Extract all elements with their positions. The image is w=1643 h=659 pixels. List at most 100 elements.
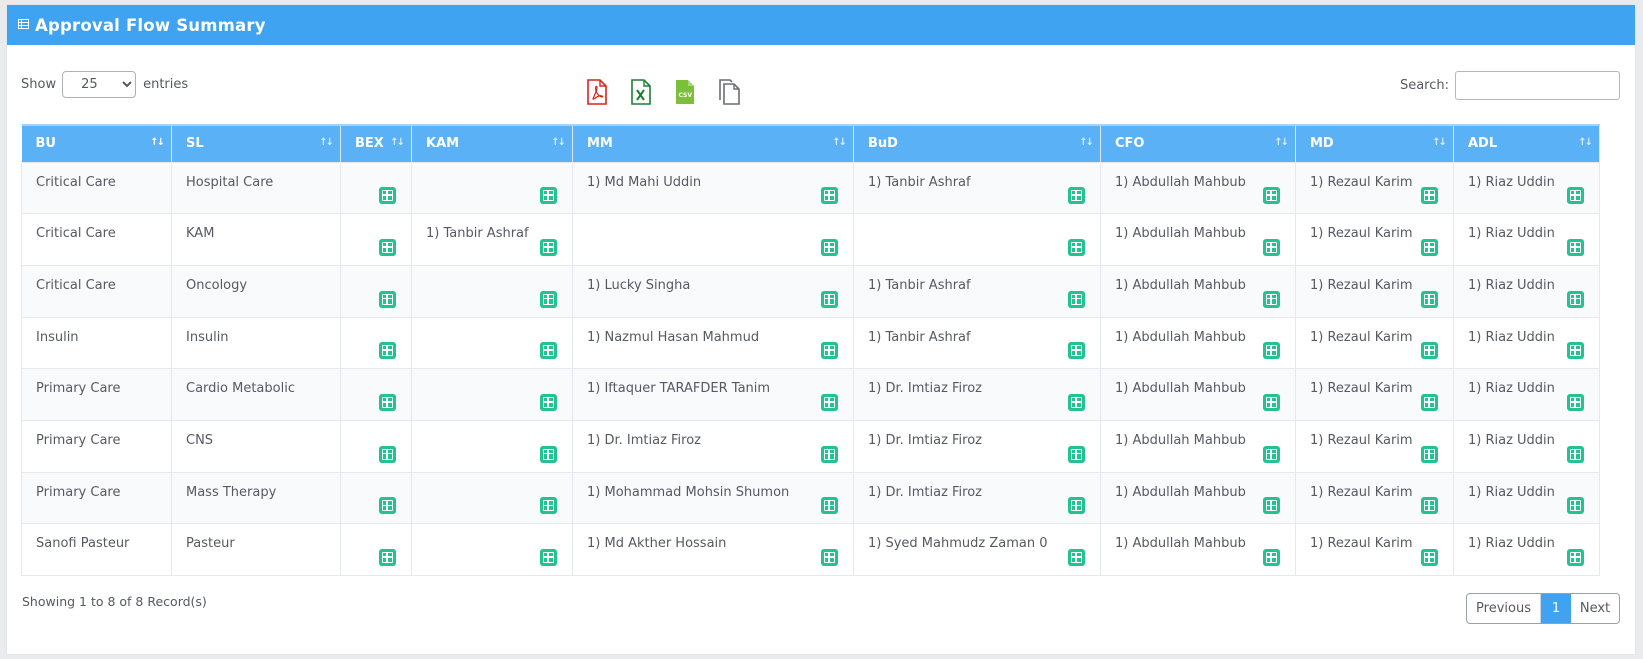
add-approver-button[interactable] [1567, 497, 1584, 515]
column-header-md[interactable]: MD ↑↓ [1295, 124, 1454, 162]
plus-square-icon [543, 190, 554, 202]
add-approver-button[interactable] [540, 290, 557, 308]
column-header-bud[interactable]: BuD ↑↓ [853, 124, 1101, 162]
cell-text: 1) Syed Mahmudz Zaman 0 [868, 536, 1048, 552]
add-approver-button[interactable] [1068, 238, 1085, 256]
previous-page-button[interactable]: Previous [1467, 594, 1541, 623]
add-approver-button[interactable] [1421, 393, 1438, 411]
add-approver-button[interactable] [1421, 445, 1438, 463]
add-approver-button[interactable] [1263, 549, 1280, 566]
cell-text: 1) Abdullah Mahbub [1115, 226, 1246, 242]
add-approver-button[interactable] [1421, 549, 1438, 566]
add-approver-button[interactable] [821, 445, 838, 463]
cell-bex [340, 316, 412, 370]
cell-bud: 1) Dr. Imtiaz Firoz [853, 471, 1101, 525]
add-approver-button[interactable] [1068, 342, 1085, 360]
column-header-mm[interactable]: MM ↑↓ [572, 124, 854, 162]
add-approver-button[interactable] [379, 549, 396, 566]
column-header-adl[interactable]: ADL ↑↓ [1453, 124, 1600, 162]
add-approver-button[interactable] [1263, 393, 1280, 411]
add-approver-button[interactable] [1263, 445, 1280, 463]
add-approver-button[interactable] [1263, 290, 1280, 308]
entries-select[interactable]: 25 [62, 71, 137, 98]
cell-bu: Critical Care [21, 213, 172, 266]
cell-text: 1) Md Mahi Uddin [587, 174, 702, 190]
excel-export-icon[interactable] [619, 79, 663, 109]
search-input[interactable] [1455, 71, 1620, 100]
add-approver-button[interactable] [1421, 238, 1438, 256]
add-approver-button[interactable] [1567, 393, 1584, 411]
add-approver-button[interactable] [1567, 290, 1584, 308]
add-approver-button[interactable] [1567, 549, 1584, 566]
add-approver-button[interactable] [540, 187, 557, 205]
pdf-export-icon[interactable] [575, 79, 619, 109]
plus-square-icon [1266, 448, 1277, 460]
add-approver-button[interactable] [821, 187, 838, 205]
add-approver-button[interactable] [1068, 549, 1085, 566]
show-label: Show [21, 77, 57, 92]
entries-label: entries [143, 77, 189, 92]
cell-bud: 1) Tanbir Ashraf [853, 316, 1101, 370]
add-approver-button[interactable] [540, 342, 557, 360]
cell-text: 1) Riaz Uddin [1468, 174, 1555, 190]
add-approver-button[interactable] [1421, 342, 1438, 360]
add-approver-button[interactable] [1567, 445, 1584, 463]
cell-adl: 1) Riaz Uddin [1453, 213, 1600, 266]
add-approver-button[interactable] [379, 290, 396, 308]
add-approver-button[interactable] [821, 290, 838, 308]
cell-bu: Critical Care [21, 264, 172, 318]
add-approver-button[interactable] [1421, 187, 1438, 205]
sort-icon: ↑↓ [1274, 137, 1289, 148]
cell-bex [340, 523, 412, 576]
cell-sl: Mass Therapy [171, 471, 341, 525]
add-approver-button[interactable] [821, 238, 838, 256]
add-approver-button[interactable] [379, 238, 396, 256]
add-approver-button[interactable] [1068, 445, 1085, 463]
add-approver-button[interactable] [821, 497, 838, 515]
add-approver-button[interactable] [379, 393, 396, 411]
entries-length-control: Show 25 entries [21, 71, 188, 98]
column-header-cfo[interactable]: CFO ↑↓ [1100, 124, 1296, 162]
add-approver-button[interactable] [1421, 290, 1438, 308]
add-approver-button[interactable] [1263, 497, 1280, 515]
cell-bex [340, 471, 412, 525]
add-approver-button[interactable] [1068, 393, 1085, 411]
plus-square-icon [382, 190, 393, 202]
page-1-button[interactable]: 1 [1541, 594, 1571, 623]
add-approver-button[interactable] [540, 497, 557, 515]
sort-icon: ↑↓ [1079, 137, 1094, 148]
add-approver-button[interactable] [1263, 342, 1280, 360]
add-approver-button[interactable] [821, 393, 838, 411]
plus-square-icon [1424, 552, 1435, 563]
add-approver-button[interactable] [1567, 238, 1584, 256]
add-approver-button[interactable] [1068, 290, 1085, 308]
add-approver-button[interactable] [379, 497, 396, 515]
next-page-button[interactable]: Next [1571, 594, 1619, 623]
add-approver-button[interactable] [821, 549, 838, 566]
add-approver-button[interactable] [1068, 187, 1085, 205]
add-approver-button[interactable] [379, 445, 396, 463]
add-approver-button[interactable] [540, 238, 557, 256]
add-approver-button[interactable] [540, 393, 557, 411]
csv-export-icon[interactable]: CSV [663, 79, 707, 109]
column-header-kam[interactable]: KAM ↑↓ [411, 124, 573, 162]
plus-square-icon [1071, 552, 1082, 563]
add-approver-button[interactable] [540, 445, 557, 463]
add-approver-button[interactable] [379, 342, 396, 360]
add-approver-button[interactable] [1263, 187, 1280, 205]
column-header-bex[interactable]: BEX ↑↓ [340, 124, 412, 162]
add-approver-button[interactable] [1421, 497, 1438, 515]
add-approver-button[interactable] [1068, 497, 1085, 515]
plus-square-icon [1424, 500, 1435, 512]
add-approver-button[interactable] [1567, 342, 1584, 360]
add-approver-button[interactable] [379, 187, 396, 205]
cell-text: Critical Care [36, 174, 116, 190]
add-approver-button[interactable] [1567, 187, 1584, 205]
add-approver-button[interactable] [540, 549, 557, 566]
copy-export-icon[interactable] [707, 79, 751, 109]
column-header-bu[interactable]: BU ↑↓ [21, 124, 172, 162]
add-approver-button[interactable] [821, 342, 838, 360]
column-header-sl[interactable]: SL ↑↓ [171, 124, 341, 162]
add-approver-button[interactable] [1263, 238, 1280, 256]
cell-text: Insulin [36, 329, 79, 345]
